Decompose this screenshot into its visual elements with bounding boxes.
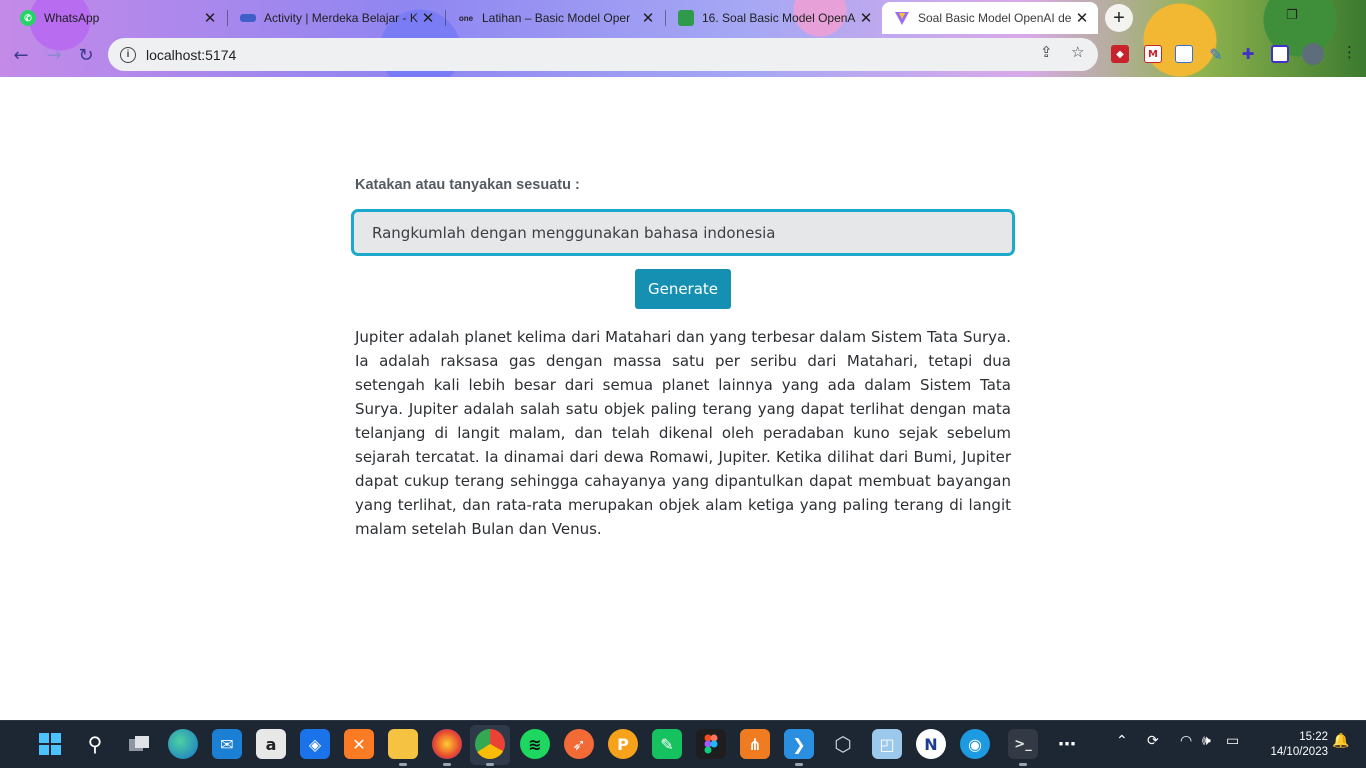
- clock-time: 15:22: [1299, 731, 1328, 743]
- extension-docs-icon[interactable]: [1175, 45, 1193, 63]
- tab-merdeka[interactable]: Activity | Merdeka Belajar - K ✕: [228, 2, 444, 34]
- file-explorer-icon[interactable]: [388, 729, 418, 766]
- sync-icon[interactable]: ⟳: [1147, 733, 1159, 749]
- virtualbox-icon[interactable]: ⬡: [828, 729, 858, 759]
- browser-chrome: ✆ WhatsApp ✕ Activity | Merdeka Belajar …: [0, 0, 1366, 77]
- extension-pen-icon[interactable]: ✎: [1207, 45, 1225, 64]
- one-icon: one: [458, 13, 474, 23]
- vscode-icon[interactable]: ❯: [784, 729, 814, 766]
- new-tab-button[interactable]: +: [1105, 4, 1133, 32]
- tab-title: Activity | Merdeka Belajar - K: [264, 11, 418, 25]
- terminal-icon[interactable]: >_: [1008, 729, 1038, 766]
- generated-result-text: Jupiter adalah planet kelima dari Mataha…: [355, 328, 1011, 538]
- task-view-icon[interactable]: [124, 729, 154, 759]
- sketch-app-icon[interactable]: P: [608, 729, 638, 759]
- edge-icon[interactable]: [168, 729, 198, 759]
- amazon-icon[interactable]: a: [256, 729, 286, 759]
- generate-button[interactable]: Generate: [635, 269, 731, 309]
- forward-arrow-icon[interactable]: →: [40, 41, 68, 69]
- browser-toolbar: ← → ↻ i localhost:5174 ⇪ ☆ ◆ M ✎ ✚ ⋮: [0, 34, 1366, 77]
- spotify-icon[interactable]: ≋: [520, 729, 550, 759]
- clock-date: 14/10/2023: [1270, 746, 1328, 758]
- tab-title: Soal Basic Model OpenAI de: [918, 11, 1072, 25]
- notification-icon[interactable]: 🔔: [1332, 733, 1349, 749]
- extension-shield-icon[interactable]: ◆: [1111, 45, 1129, 63]
- search-icon[interactable]: ⚲: [80, 729, 110, 759]
- windows-taskbar: ⚲ ✉ a ◈ ✕ ≋ ➶ P ✎ ⋔ ❯ ⬡ ◰ N ◉ >_ ⋯ ⌃ ⟳ ◠…: [0, 720, 1366, 768]
- prompt-label: Katakan atau tanyakan sesuatu :: [355, 177, 580, 193]
- book-icon: [678, 10, 694, 26]
- vite-icon: [894, 10, 910, 26]
- merdeka-icon: [240, 14, 256, 22]
- mail-icon[interactable]: ✉: [212, 729, 242, 759]
- mysql-icon[interactable]: ◉: [960, 729, 990, 759]
- chrome-icon[interactable]: [475, 729, 505, 766]
- tab-whatsapp[interactable]: ✆ WhatsApp ✕: [8, 2, 226, 34]
- url-text[interactable]: localhost:5174: [146, 47, 236, 63]
- close-icon[interactable]: ✕: [1074, 9, 1090, 27]
- reload-icon[interactable]: ↻: [72, 41, 100, 69]
- firefox-icon[interactable]: [432, 729, 462, 766]
- close-icon[interactable]: ✕: [858, 9, 874, 27]
- chevron-up-icon[interactable]: ⌃: [1116, 733, 1128, 749]
- volume-icon[interactable]: 🕪: [1202, 733, 1211, 749]
- prompt-input[interactable]: [351, 209, 1015, 256]
- side-panel-icon[interactable]: [1271, 45, 1289, 63]
- whatsapp-icon: ✆: [20, 10, 36, 26]
- more-apps-icon[interactable]: ⋯: [1052, 729, 1082, 759]
- bookmark-star-icon[interactable]: ☆: [1071, 43, 1084, 61]
- winscp-icon[interactable]: N: [916, 729, 946, 759]
- figma-icon[interactable]: [696, 729, 726, 759]
- windows-start-icon[interactable]: [35, 729, 65, 759]
- system-clock[interactable]: 15:22 14/10/2023: [1256, 730, 1328, 760]
- wifi-icon[interactable]: ◠: [1180, 733, 1192, 749]
- site-info-icon[interactable]: i: [120, 46, 136, 63]
- restore-window-icon[interactable]: ❐: [1286, 8, 1304, 24]
- tab-title: Latihan – Basic Model Oper: [482, 11, 631, 25]
- address-bar[interactable]: i localhost:5174: [108, 38, 1098, 71]
- xampp-icon[interactable]: ✕: [344, 729, 374, 759]
- close-icon[interactable]: ✕: [640, 9, 656, 27]
- postman-icon[interactable]: ➶: [564, 729, 594, 759]
- back-arrow-icon[interactable]: ←: [7, 41, 35, 69]
- tab-title: WhatsApp: [44, 11, 100, 25]
- tab-latihan[interactable]: one Latihan – Basic Model Oper ✕: [446, 2, 664, 34]
- package-box-icon[interactable]: ◰: [872, 729, 902, 759]
- tab-soal-16[interactable]: 16. Soal Basic Model OpenA ✕: [666, 2, 882, 34]
- extensions-puzzle-icon[interactable]: ✚: [1239, 45, 1257, 63]
- tab-title: 16. Soal Basic Model OpenA: [702, 11, 856, 25]
- menu-kebab-icon[interactable]: ⋮: [1342, 43, 1357, 61]
- tab-soal-openai-active[interactable]: Soal Basic Model OpenAI de ✕: [882, 2, 1098, 34]
- share-icon[interactable]: ⇪: [1040, 43, 1053, 61]
- battery-icon[interactable]: ▭: [1226, 733, 1239, 749]
- close-icon[interactable]: ✕: [420, 9, 436, 27]
- extension-mcafee-icon[interactable]: M: [1144, 45, 1162, 63]
- profile-avatar[interactable]: [1302, 43, 1324, 65]
- tab-strip: ✆ WhatsApp ✕ Activity | Merdeka Belajar …: [0, 0, 1366, 34]
- draw-app-icon[interactable]: ✎: [652, 729, 682, 759]
- dropbox-icon[interactable]: ◈: [300, 729, 330, 759]
- close-icon[interactable]: ✕: [202, 9, 218, 27]
- git-tool-icon[interactable]: ⋔: [740, 729, 770, 759]
